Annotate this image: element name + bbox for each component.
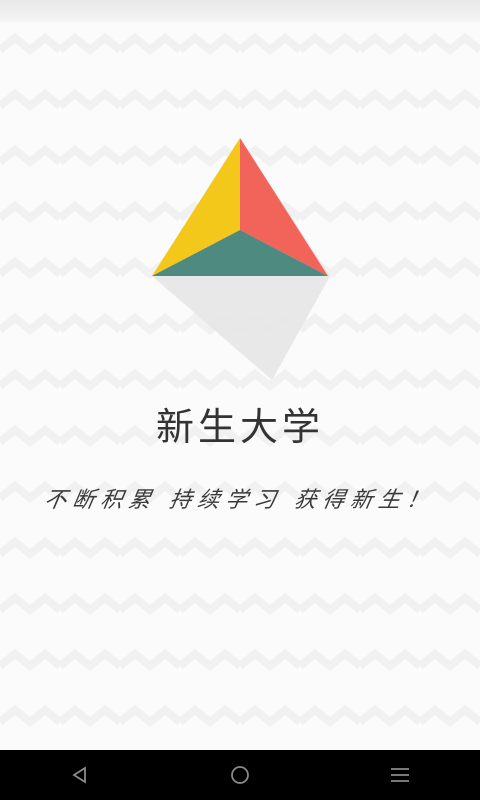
menu-lines-icon bbox=[391, 768, 409, 782]
home-circle-icon bbox=[231, 766, 249, 784]
app-title: 新生大学 bbox=[155, 405, 324, 449]
menu-button[interactable] bbox=[360, 750, 440, 800]
splash-screen: 新生大学 不断积累 持续学习 获得新生！ bbox=[0, 0, 480, 800]
navigation-bar bbox=[0, 750, 480, 800]
back-button[interactable] bbox=[40, 750, 120, 800]
back-triangle-icon bbox=[72, 766, 86, 784]
slogan-text: 不断积累 持续学习 获得新生！ bbox=[42, 488, 437, 513]
home-button[interactable] bbox=[200, 750, 280, 800]
triangle-logo-icon bbox=[152, 138, 330, 380]
